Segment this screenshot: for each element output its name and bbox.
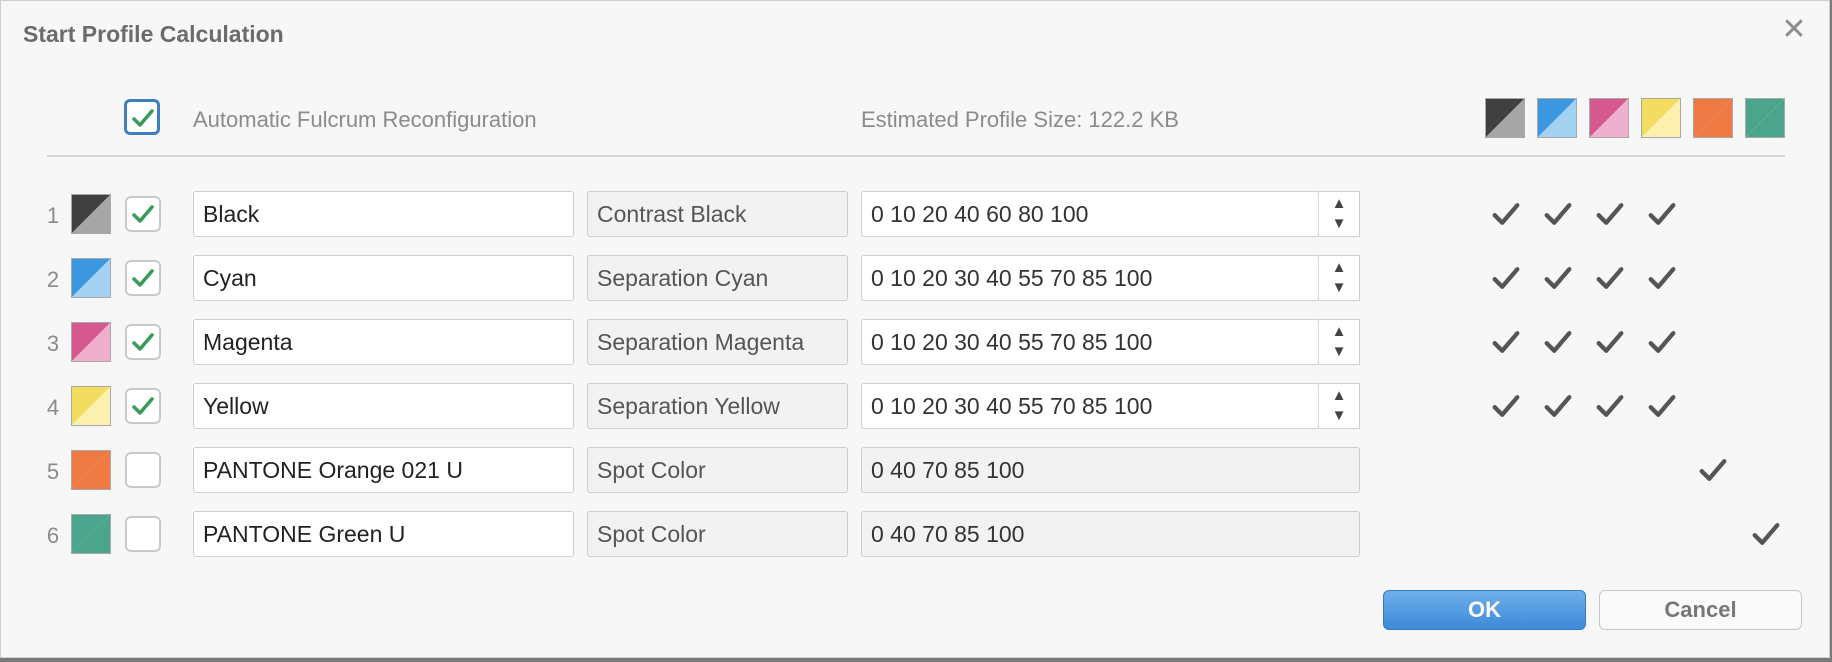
channel-dependency-check-icon <box>1698 455 1732 485</box>
row-color-swatch <box>71 450 111 490</box>
row-number: 1 <box>46 203 60 228</box>
step-values-input[interactable]: 0 40 70 85 100 <box>861 511 1360 557</box>
channel-name-input[interactable]: Magenta <box>193 319 574 365</box>
arrow-down-icon[interactable]: ▼ <box>1319 406 1359 426</box>
arrow-down-icon[interactable]: ▼ <box>1319 278 1359 298</box>
dialog-title: Start Profile Calculation <box>23 21 284 47</box>
channel-dependency-check-icon <box>1647 199 1681 229</box>
channel-dependency-check-icon <box>1595 327 1629 357</box>
estimated-size-label: Estimated Profile Size: 122.2 KB <box>861 107 1179 132</box>
swatch-cyan <box>1537 98 1577 138</box>
step-spinner[interactable]: ▲ ▼ <box>1318 319 1360 365</box>
channel-dependency-check-icon <box>1647 391 1681 421</box>
channel-enable-checkbox[interactable] <box>125 324 161 360</box>
channel-dependency-check-icon <box>1543 391 1577 421</box>
step-values-input[interactable]: 0 10 20 40 60 80 100 <box>861 191 1319 237</box>
channel-name-input[interactable]: Cyan <box>193 255 574 301</box>
channel-type-field: Spot Color <box>587 511 848 557</box>
channel-dependency-check-icon <box>1543 327 1577 357</box>
row-number: 3 <box>46 331 60 356</box>
channel-enable-checkbox[interactable] <box>125 260 161 296</box>
row-number: 5 <box>46 459 60 484</box>
step-values-input[interactable]: 0 40 70 85 100 <box>861 447 1360 493</box>
channel-dependency-check-icon <box>1647 263 1681 293</box>
channel-dependency-check-icon <box>1491 327 1525 357</box>
close-icon[interactable]: ✕ <box>1779 15 1809 45</box>
swatch-orange <box>1693 98 1733 138</box>
arrow-up-icon[interactable]: ▲ <box>1319 258 1359 278</box>
arrow-up-icon[interactable]: ▲ <box>1319 194 1359 214</box>
row-color-swatch <box>71 386 111 426</box>
channel-type-field: Separation Yellow <box>587 383 848 429</box>
row-color-swatch <box>71 322 111 362</box>
channel-dependency-check-icon <box>1491 391 1525 421</box>
auto-reconfig-label: Automatic Fulcrum Reconfiguration <box>193 107 537 132</box>
channel-enable-checkbox[interactable] <box>125 516 161 552</box>
swatch-yellow <box>1641 98 1681 138</box>
channel-dependency-check-icon <box>1595 199 1629 229</box>
step-values-input[interactable]: 0 10 20 30 40 55 70 85 100 <box>861 383 1319 429</box>
channel-dependency-check-icon <box>1595 263 1629 293</box>
channel-type-field: Separation Cyan <box>587 255 848 301</box>
channel-dependency-check-icon <box>1543 199 1577 229</box>
row-color-swatch <box>71 258 111 298</box>
check-icon <box>132 269 154 287</box>
step-values-input[interactable]: 0 10 20 30 40 55 70 85 100 <box>861 255 1319 301</box>
row-color-swatch <box>71 514 111 554</box>
channel-type-field: Contrast Black <box>587 191 848 237</box>
channel-enable-checkbox[interactable] <box>125 388 161 424</box>
channel-name-input[interactable]: PANTONE Green U <box>193 511 574 557</box>
channel-dependency-check-icon <box>1595 391 1629 421</box>
row-number: 6 <box>46 523 60 548</box>
step-spinner[interactable]: ▲ ▼ <box>1318 255 1360 301</box>
channel-name-input[interactable]: Black <box>193 191 574 237</box>
cancel-button[interactable]: Cancel <box>1599 590 1802 630</box>
row-color-swatch <box>71 194 111 234</box>
swatch-green <box>1745 98 1785 138</box>
divider <box>47 155 1785 157</box>
step-values-input[interactable]: 0 10 20 30 40 55 70 85 100 <box>861 319 1319 365</box>
row-number: 2 <box>46 267 60 292</box>
channel-type-field: Separation Magenta <box>587 319 848 365</box>
auto-reconfig-checkbox[interactable] <box>124 99 160 135</box>
swatch-black <box>1485 98 1525 138</box>
step-spinner[interactable]: ▲ ▼ <box>1318 383 1360 429</box>
row-number: 4 <box>46 395 60 420</box>
channel-type-field: Spot Color <box>587 447 848 493</box>
arrow-up-icon[interactable]: ▲ <box>1319 386 1359 406</box>
channel-enable-checkbox[interactable] <box>125 452 161 488</box>
channel-name-input[interactable]: PANTONE Orange 021 U <box>193 447 574 493</box>
ok-button[interactable]: OK <box>1383 590 1586 630</box>
start-profile-calculation-dialog: Start Profile Calculation ✕ Automatic Fu… <box>0 0 1830 658</box>
arrow-down-icon[interactable]: ▼ <box>1319 342 1359 362</box>
channel-dependency-check-icon <box>1491 263 1525 293</box>
channel-name-input[interactable]: Yellow <box>193 383 574 429</box>
step-spinner[interactable]: ▲ ▼ <box>1318 191 1360 237</box>
channel-dependency-check-icon <box>1491 199 1525 229</box>
swatch-magenta <box>1589 98 1629 138</box>
channel-dependency-check-icon <box>1647 327 1681 357</box>
check-icon <box>132 205 154 223</box>
channel-dependency-check-icon <box>1751 519 1785 549</box>
check-icon <box>132 109 154 127</box>
channel-dependency-check-icon <box>1543 263 1577 293</box>
check-icon <box>132 333 154 351</box>
arrow-up-icon[interactable]: ▲ <box>1319 322 1359 342</box>
channel-enable-checkbox[interactable] <box>125 196 161 232</box>
check-icon <box>132 397 154 415</box>
arrow-down-icon[interactable]: ▼ <box>1319 214 1359 234</box>
